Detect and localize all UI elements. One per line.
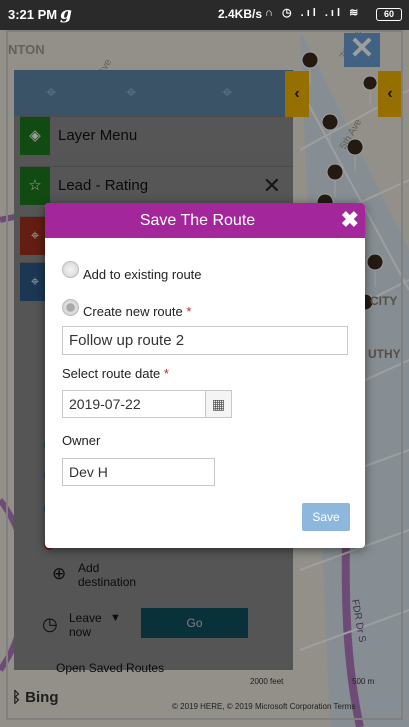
status-bar: 3:21 PM g 2.4KB/s ∩ ◷ .ıl .ıl ≋ 60 (0, 0, 409, 30)
add-existing-label[interactable]: Add to existing route (83, 267, 202, 282)
add-existing-radio[interactable] (62, 261, 79, 278)
create-new-label[interactable]: Create new route * (83, 304, 191, 319)
dialog-header: Save The Route ✖ (45, 203, 365, 238)
route-date-label: Select route date * (62, 366, 169, 381)
network-speed: 2.4KB/s (218, 7, 263, 21)
required-mark: * (163, 366, 169, 381)
create-new-radio[interactable] (62, 299, 79, 316)
create-new-label-text: Create new route (83, 304, 183, 319)
calendar-icon[interactable]: ▦ (205, 390, 232, 418)
dialog-title: Save The Route (139, 212, 256, 229)
route-date-input[interactable]: 2019-07-22 (62, 390, 206, 418)
app-notification-icon: g (60, 4, 72, 24)
status-icons: ∩ ◷ .ıl .ıl ≋ (265, 7, 362, 19)
battery-icon: 60 (376, 8, 402, 21)
close-icon[interactable]: ✖ (341, 207, 359, 233)
required-mark: * (186, 304, 192, 319)
owner-input[interactable]: Dev H (62, 458, 215, 486)
save-button[interactable]: Save (302, 503, 350, 531)
status-time: 3:21 PM (8, 7, 58, 22)
owner-label: Owner (62, 433, 101, 448)
route-date-label-text: Select route date (62, 366, 161, 381)
route-name-input[interactable]: Follow up route 2 (62, 326, 348, 355)
save-route-dialog: Save The Route ✖ Add to existing route C… (45, 203, 365, 548)
